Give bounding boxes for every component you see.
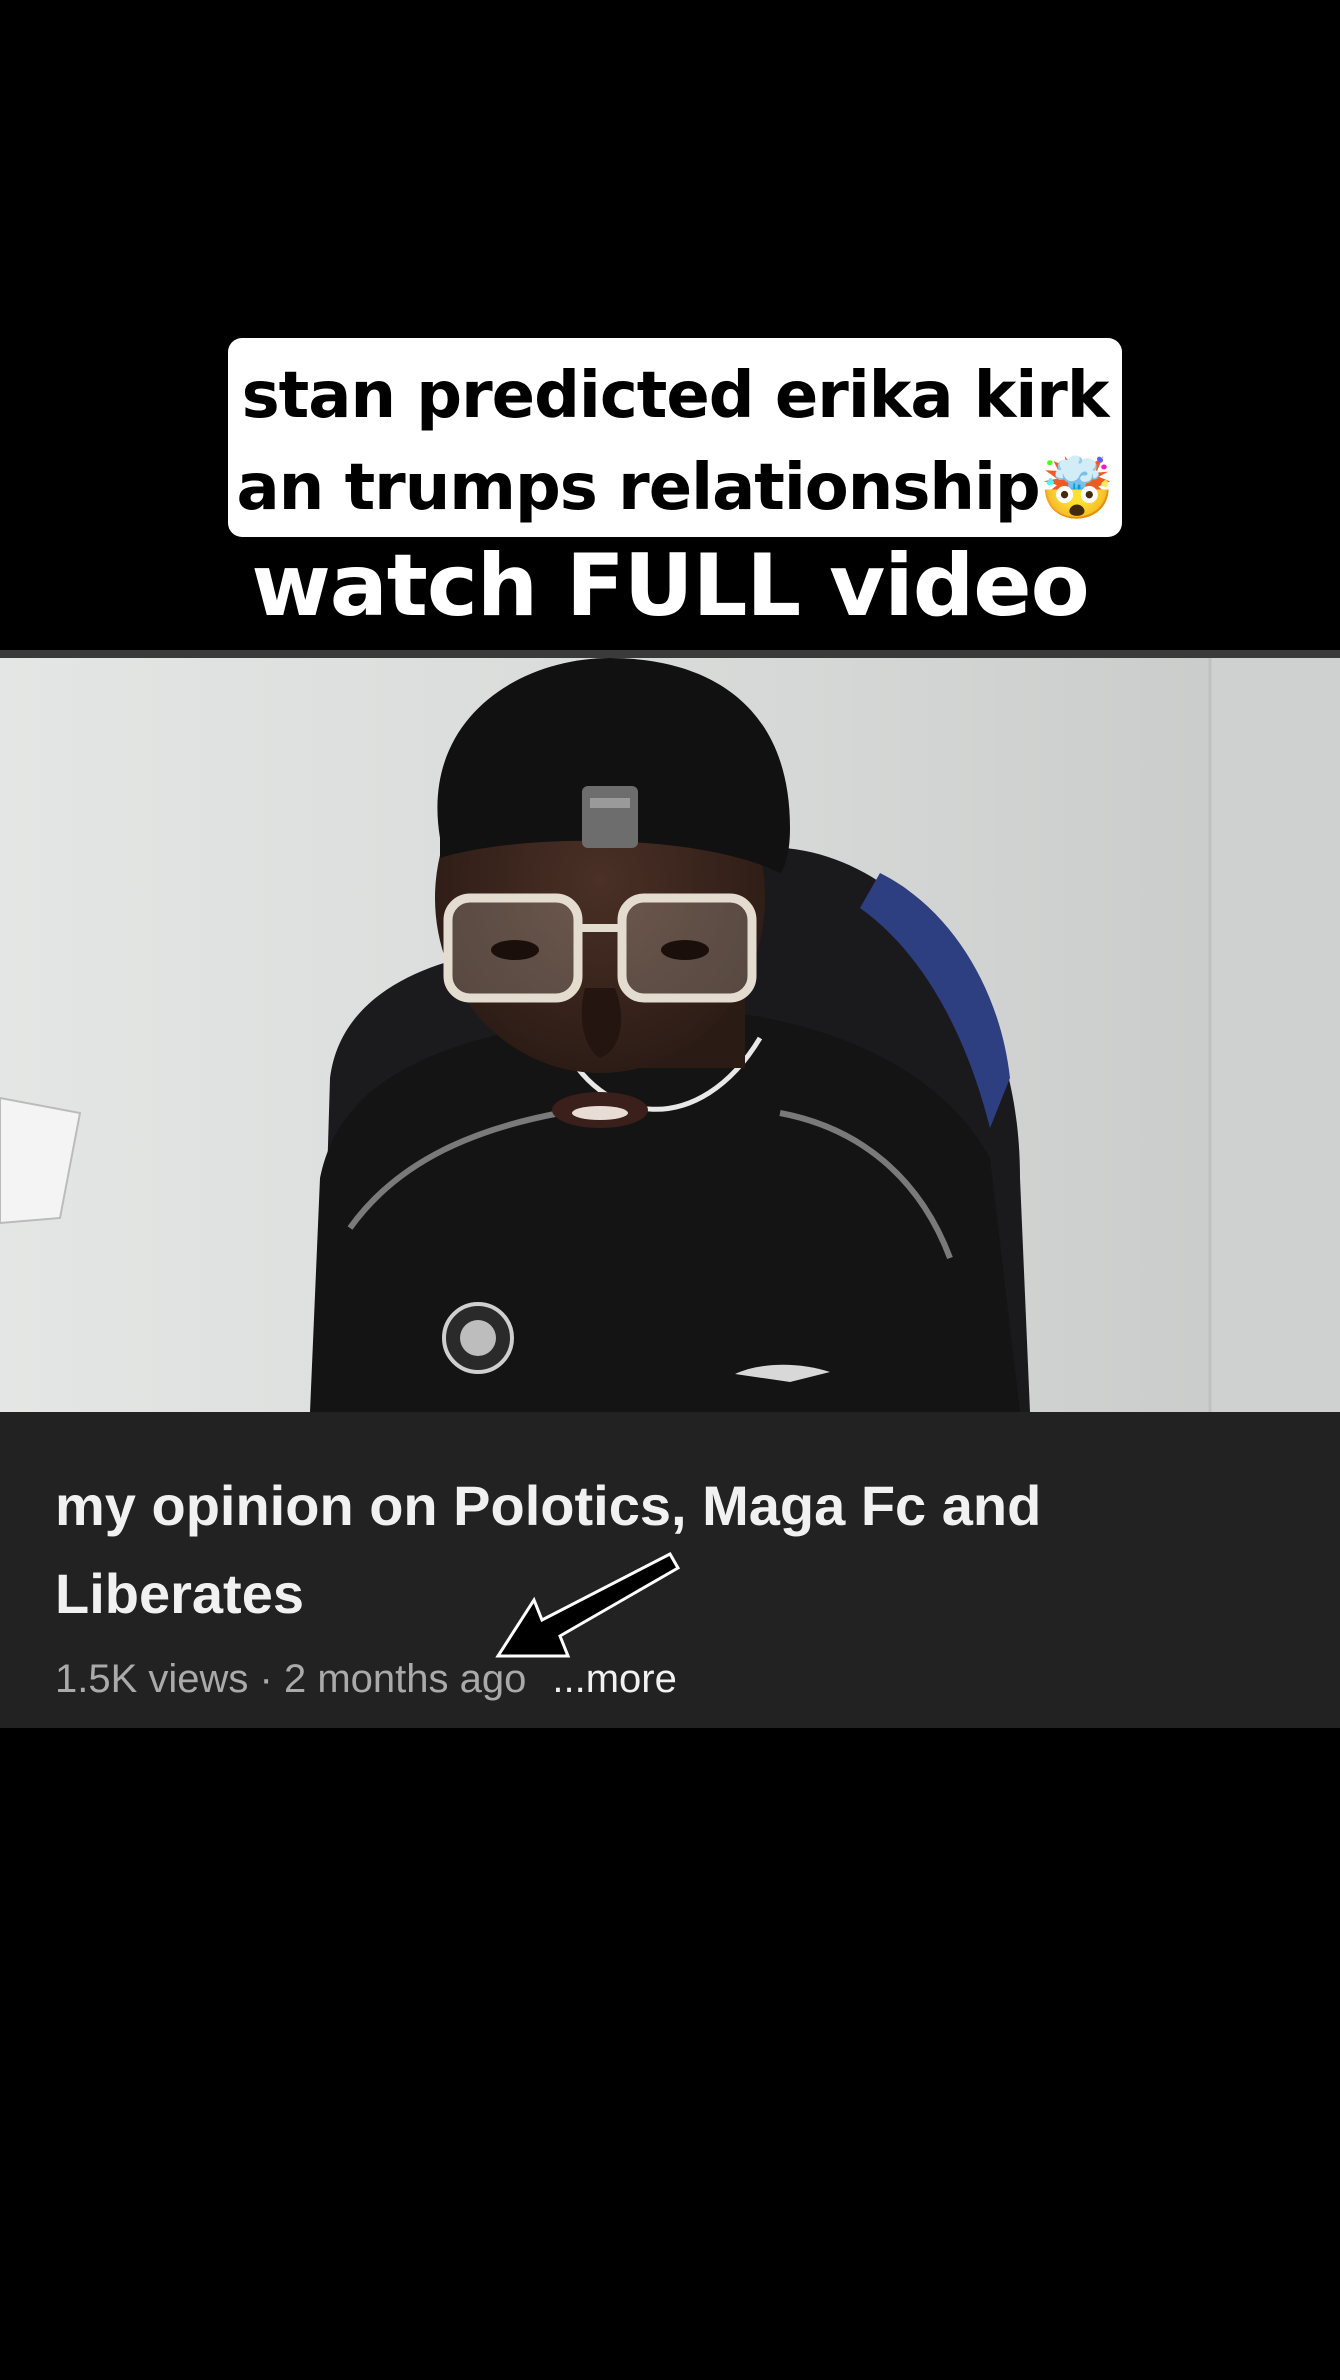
caption-line-2: an trumps relationship🤯	[228, 442, 1122, 535]
caption-line-1: stan predicted erika kirk	[241, 359, 1110, 433]
video-thumbnail[interactable]	[0, 658, 1340, 1412]
video-frame-illustration	[0, 658, 1340, 1412]
view-count: 1.5K views	[55, 1657, 249, 1701]
meta-separator: ·	[248, 1657, 284, 1701]
caption-line-2-text: an trumps relationship	[236, 451, 1041, 525]
exploding-head-emoji-icon: 🤯	[1039, 454, 1115, 524]
caption-overlay: stan predicted erika kirk an trumps rela…	[228, 338, 1122, 537]
divider	[0, 650, 1340, 658]
watch-full-video-caption: watch FULL video	[251, 536, 1089, 636]
arrow-pointing-down-left-icon	[495, 1552, 681, 1658]
